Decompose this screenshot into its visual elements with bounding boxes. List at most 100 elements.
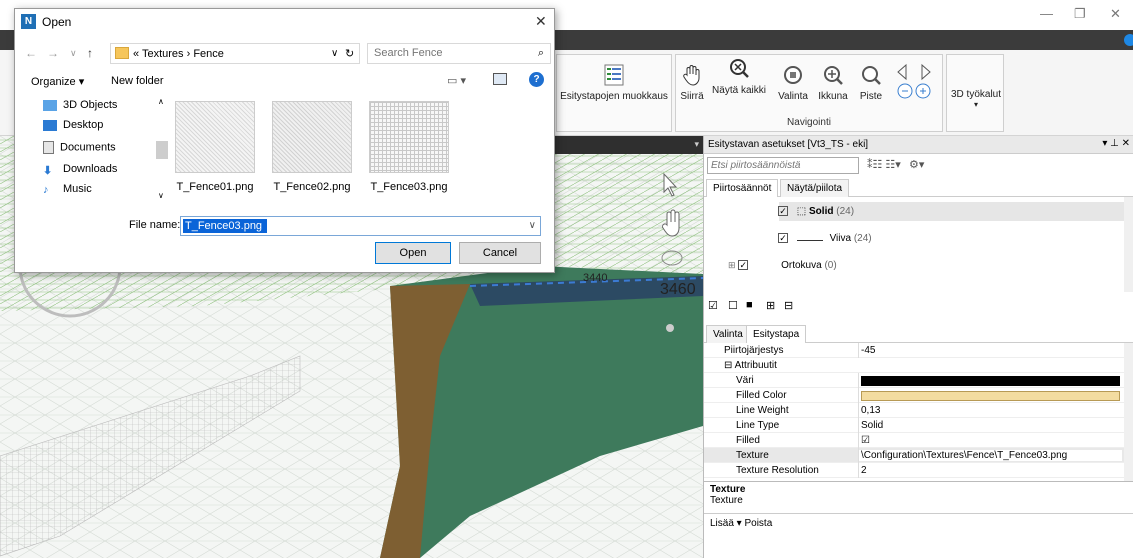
open-button[interactable]: Open <box>375 242 451 264</box>
organize-button[interactable]: Organize ▾ <box>31 75 84 88</box>
file-name-input[interactable] <box>183 219 267 233</box>
rule-filter-input[interactable] <box>707 157 859 174</box>
help-icon[interactable] <box>1124 34 1133 46</box>
chevron-down-icon[interactable]: ∨ <box>529 220 536 231</box>
prop-row-draw-order[interactable]: Piirtojärjestys -45 <box>704 343 1124 358</box>
add-remove-actions[interactable]: Lisää ▾ Poista <box>704 513 1133 535</box>
edit-styles-button[interactable]: Esitystapojen muokkaus <box>559 63 669 102</box>
breadcrumb[interactable]: « Textures › Fence <box>133 48 224 60</box>
prop-row-texture[interactable]: Texture \Configuration\Textures\Fence\T_… <box>704 448 1124 463</box>
cancel-button[interactable]: Cancel <box>459 242 541 264</box>
checkbox[interactable]: ✓ <box>778 233 788 244</box>
prop-row-attributes[interactable]: ⊟ Attribuutit <box>704 358 1124 373</box>
property-scrollbar[interactable] <box>1124 343 1133 481</box>
recent-chevron-icon[interactable]: ∨ <box>70 48 77 59</box>
tree-item-ortho[interactable]: ⊞ ✓ Ortokuva (0) <box>728 260 837 271</box>
close-icon[interactable]: ✕ <box>535 13 547 30</box>
dialog-toolbar: Organize ▾ New folder ▭ ▾ ? <box>15 71 556 93</box>
prop-row-texture-resolution[interactable]: Texture Resolution 2 <box>704 463 1124 478</box>
help-icon[interactable]: ? <box>529 72 544 87</box>
filter-options-icon[interactable]: ⁑☷ ☷▾ <box>867 158 901 171</box>
show-all-button[interactable]: Näytä kaikki <box>709 57 769 96</box>
nav-item-desktop[interactable]: Desktop <box>43 119 103 131</box>
expand-all-icon[interactable]: ⊞ <box>766 299 775 312</box>
select-button[interactable]: Valinta <box>774 63 812 102</box>
forward-arrow-icon[interactable]: → <box>47 46 59 60</box>
property-tabs: Valinta Esitystapa <box>704 325 1133 343</box>
tab-style[interactable]: Esitystapa <box>746 325 807 343</box>
refresh-icon[interactable]: ↻ <box>345 47 354 60</box>
move-button[interactable]: Siirrä <box>678 63 706 102</box>
search-input[interactable] <box>374 47 524 59</box>
gear-icon[interactable]: ⚙▾ <box>909 158 924 171</box>
nav-item-documents[interactable]: Documents <box>43 141 116 154</box>
point-button[interactable]: Piste <box>854 63 888 102</box>
nav-item-downloads[interactable]: ⬇ Downloads <box>43 163 117 177</box>
tools-3d-button[interactable]: 3D työkalut ▾ <box>949 89 1003 109</box>
view-options-icon[interactable]: ▭ ▾ <box>447 74 466 87</box>
back-arrow-icon[interactable]: ← <box>25 46 37 60</box>
new-folder-button[interactable]: New folder <box>111 75 164 87</box>
file-item[interactable]: T_Fence02.png <box>268 101 356 193</box>
prop-divider <box>858 463 859 478</box>
scroll-down-icon[interactable]: ∨ <box>158 191 164 200</box>
scroll-thumb[interactable] <box>156 141 168 159</box>
file-item[interactable]: T_Fence03.png <box>365 101 453 193</box>
prop-row-filled-color[interactable]: Filled Color <box>704 388 1124 403</box>
description-title: Texture <box>710 484 746 495</box>
window-button[interactable]: Ikkuna <box>814 63 852 102</box>
folder-icon <box>115 47 129 59</box>
preview-pane-icon[interactable] <box>493 73 507 85</box>
file-name-field[interactable]: ∨ <box>180 216 541 236</box>
pin-icon[interactable]: ▾ ⊥ ✕ <box>1102 138 1130 149</box>
scroll-up-icon[interactable]: ∧ <box>158 97 164 106</box>
filled-checkbox[interactable]: ☑ <box>861 435 870 446</box>
tab-draw-rules[interactable]: Piirtosäännöt <box>706 179 779 197</box>
checkbox[interactable]: ✓ <box>778 206 788 217</box>
address-dropdown-icon[interactable]: ∨ <box>331 48 338 59</box>
nav-scrollbar[interactable]: ∧ ∨ <box>156 95 168 205</box>
zoom-out-icon <box>862 66 881 85</box>
minimize-icon[interactable]: — <box>1040 6 1053 21</box>
viewport-header: ▾ <box>555 136 703 154</box>
collapse-all-icon[interactable]: ⊟ <box>784 299 793 312</box>
documents-icon <box>43 141 54 154</box>
search-box[interactable]: ⌕ <box>367 43 551 64</box>
nav-arrows[interactable] <box>892 61 938 104</box>
check-all-icon[interactable]: ☑ <box>708 299 718 312</box>
checkbox[interactable]: ✓ <box>738 260 749 271</box>
file-item[interactable]: T_Fence01.png <box>171 101 259 193</box>
color-swatch-filled[interactable] <box>861 391 1120 401</box>
orbit-icon[interactable] <box>661 250 683 266</box>
uncheck-all-icon[interactable]: ☐ <box>728 299 738 312</box>
ribbon-group-3d: 3D työkalut ▾ <box>946 54 1004 132</box>
expand-icon[interactable]: ⊞ <box>728 260 736 270</box>
tab-selection[interactable]: Valinta <box>706 325 750 343</box>
maximize-icon[interactable]: ❐ <box>1074 6 1086 22</box>
nav-item-label: 3D Objects <box>63 99 118 111</box>
viewport-menu-chevron-icon[interactable]: ▾ <box>694 139 699 150</box>
address-bar[interactable]: « Textures › Fence ∨ ↻ <box>110 43 360 64</box>
tree-item-count: (24) <box>836 206 855 217</box>
search-icon[interactable]: ⌕ <box>538 47 544 60</box>
tree-item-solid[interactable]: ✓ ⬚ Solid (24) <box>778 206 854 217</box>
up-arrow-icon[interactable]: ↑ <box>87 46 93 60</box>
close-icon[interactable]: ✕ <box>1110 6 1121 22</box>
prop-row-filled[interactable]: Filled ☑ <box>704 433 1124 448</box>
tree-item-count: (24) <box>853 233 872 244</box>
prop-row-line-weight[interactable]: Line Weight 0,13 <box>704 403 1124 418</box>
cursor-icon[interactable] <box>663 172 678 197</box>
pan-hand-icon[interactable] <box>662 209 680 237</box>
prop-row-color[interactable]: Väri <box>704 373 1124 388</box>
tree-item-line[interactable]: ✓ Viiva (24) <box>778 233 872 244</box>
tree-scrollbar[interactable] <box>1124 197 1133 292</box>
prop-row-line-type[interactable]: Line Type Solid <box>704 418 1124 433</box>
color-swatch-black[interactable] <box>861 376 1120 386</box>
nav-item-music[interactable]: ♪ Music <box>43 183 92 196</box>
toggle-check-icon[interactable]: ■ <box>746 299 753 311</box>
zoom-slider-icon[interactable] <box>666 324 674 332</box>
nav-item-3d-objects[interactable]: 3D Objects <box>43 99 117 111</box>
move-label: Siirrä <box>680 91 704 102</box>
tab-show-hide[interactable]: Näytä/piilota <box>780 179 850 197</box>
prop-value[interactable]: \Configuration\Textures\Fence\T_Fence03.… <box>859 450 1122 461</box>
